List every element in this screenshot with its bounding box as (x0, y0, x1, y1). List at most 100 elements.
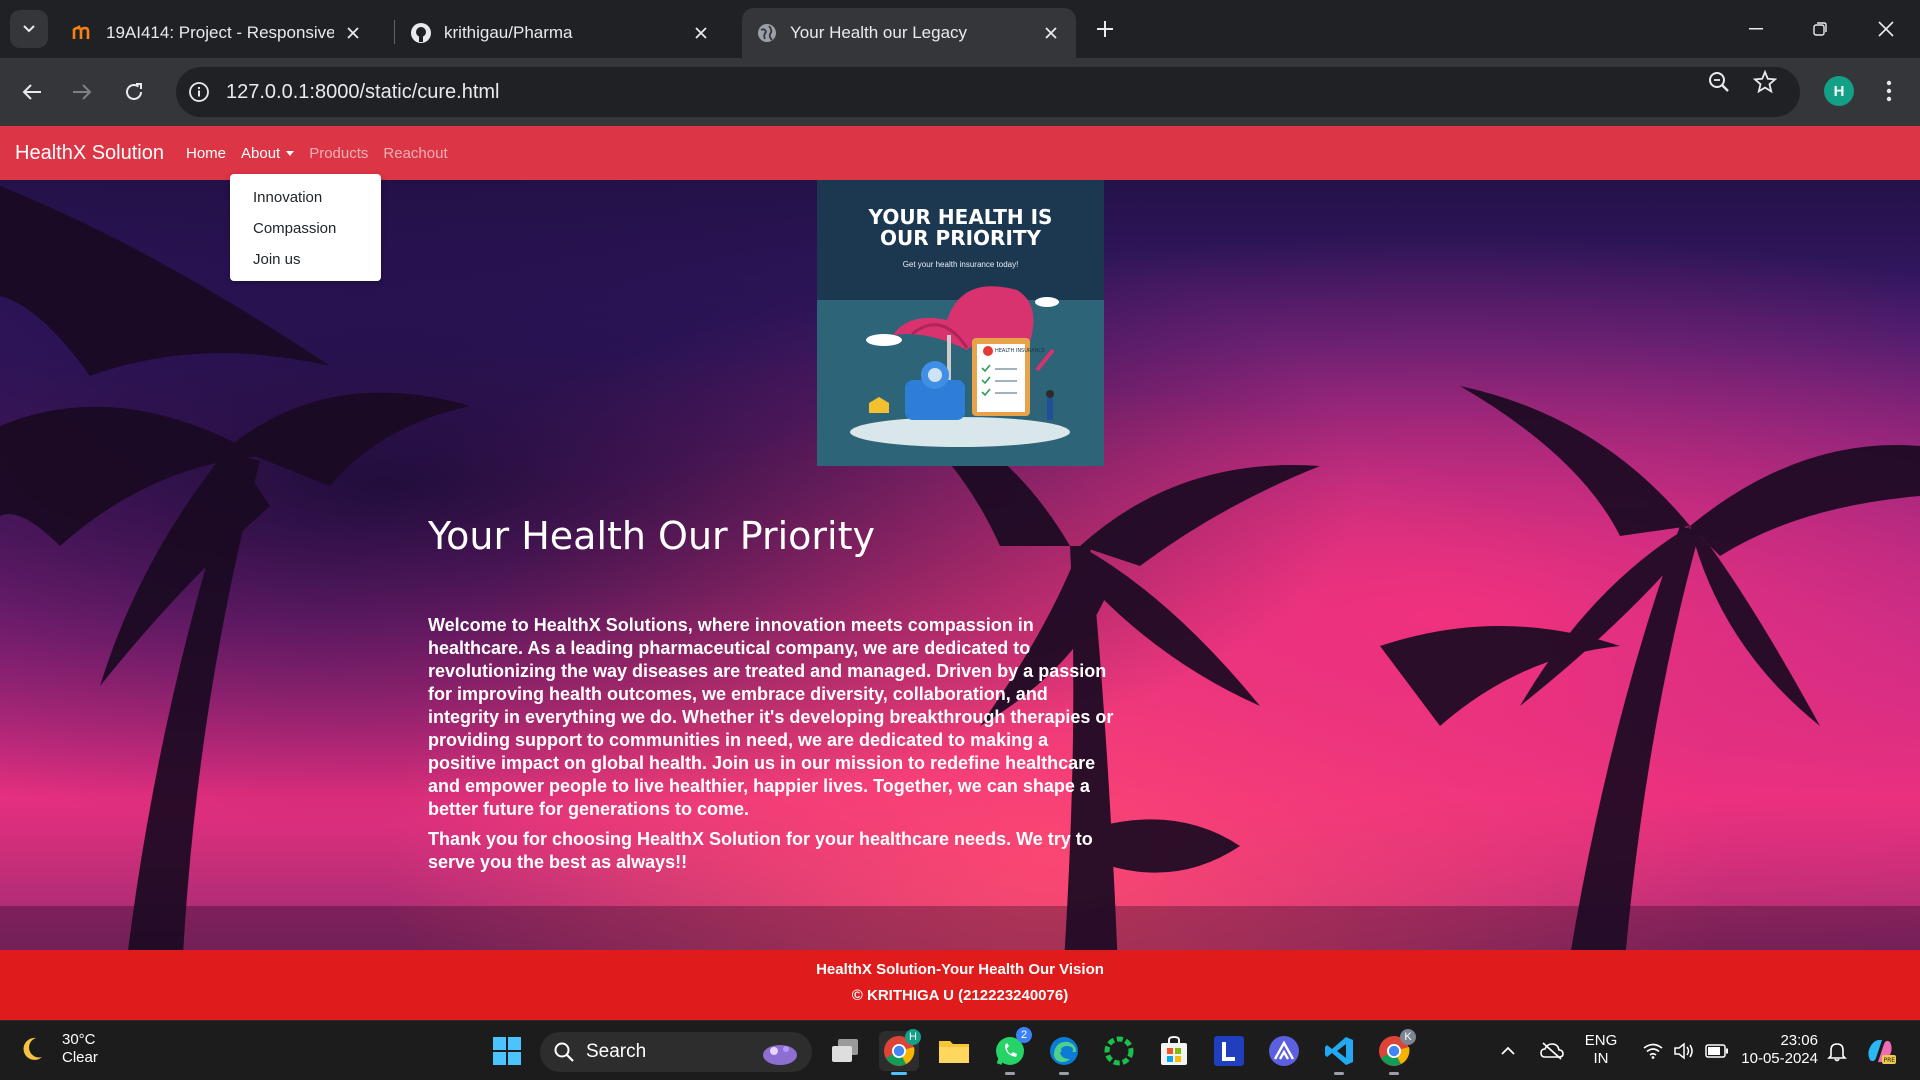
url-text[interactable]: 127.0.0.1:8000/static/cure.html (226, 81, 500, 104)
language-indicator[interactable]: ENG IN (1578, 1032, 1624, 1068)
profile-badge-icon: K (1400, 1029, 1416, 1045)
folder-icon (939, 1041, 969, 1063)
address-bar[interactable]: 127.0.0.1:8000/static/cure.html (176, 67, 1800, 117)
footer-copyright: © KRITHIGA U (212223240076) (851, 987, 1069, 1004)
footer-tagline: HealthX Solution-Your Health Our Vision (816, 961, 1104, 978)
dropdown-item-join-us[interactable]: Join us (230, 244, 381, 275)
back-button[interactable] (14, 74, 50, 110)
zoom-icon (1709, 72, 1729, 92)
wifi-icon (1643, 1043, 1663, 1059)
dropdown-item-innovation[interactable]: Innovation (230, 182, 381, 213)
taskbar-file-explorer[interactable] (934, 1031, 974, 1071)
browser-toolbar: 127.0.0.1:8000/static/cure.html H (0, 58, 1920, 126)
chevron-down-icon (23, 25, 35, 33)
circle-app-icon (1104, 1036, 1134, 1066)
page-viewport: HealthX Solution Home About Products Rea… (0, 126, 1920, 1020)
taskbar-edge[interactable] (1044, 1031, 1084, 1075)
moodle-icon (72, 22, 94, 44)
restore-icon (1813, 22, 1827, 36)
close-icon[interactable] (1040, 22, 1062, 44)
restore-button[interactable] (1800, 10, 1840, 48)
tab-moodle[interactable]: 19AI414: Project - Responsive Web (58, 8, 378, 58)
battery-icon (1705, 1044, 1728, 1058)
close-icon[interactable] (690, 22, 712, 44)
site-info-icon[interactable] (184, 77, 214, 107)
onedrive-tray[interactable] (1535, 1031, 1569, 1071)
running-app-indicator (1005, 1072, 1015, 1075)
taskbar-proton-app[interactable] (1264, 1031, 1304, 1071)
start-button[interactable] (487, 1031, 527, 1071)
taskbar-chrome-k[interactable]: K (1374, 1029, 1416, 1075)
svg-text:PRE: PRE (1884, 1057, 1896, 1064)
tab-search-button[interactable] (10, 10, 48, 48)
running-app-indicator (1389, 1072, 1399, 1075)
intro-paragraph: Welcome to HealthX Solutions, where inno… (428, 615, 1114, 819)
minimize-button[interactable] (1736, 10, 1776, 48)
clock-date: 10-05-2024 (1741, 1050, 1818, 1067)
search-label: Search (586, 1041, 647, 1062)
l-app-icon (1214, 1036, 1244, 1066)
browser-menu-button[interactable] (1874, 76, 1904, 106)
taskbar-store[interactable] (1154, 1031, 1194, 1071)
show-hidden-icons[interactable] (1493, 1031, 1523, 1071)
store-icon (1161, 1035, 1187, 1065)
windows-taskbar: 30°C Clear Search H 2 K ENG IN 23:06 10-… (0, 1020, 1920, 1080)
moon-icon (23, 1037, 42, 1060)
nav-about-label: About (241, 144, 281, 162)
profile-avatar[interactable]: H (1824, 76, 1854, 106)
whatsapp-badge: 2 (1016, 1027, 1032, 1043)
dropdown-item-compassion[interactable]: Compassion (230, 213, 381, 244)
taskbar-vscode[interactable] (1319, 1031, 1359, 1075)
arrow-right-icon (73, 84, 92, 100)
search-icon (554, 1042, 574, 1062)
thanks-paragraph: Thank you for choosing HealthX Solution … (428, 829, 1093, 872)
windows-logo-icon (493, 1037, 521, 1065)
taskbar-green-app[interactable] (1099, 1031, 1139, 1071)
arrow-left-icon (22, 84, 41, 100)
vscode-icon (1325, 1037, 1353, 1065)
nav-about[interactable]: About (241, 144, 295, 162)
close-window-button[interactable] (1866, 10, 1906, 48)
clock-time: 23:06 (1780, 1032, 1818, 1049)
new-tab-button[interactable] (1090, 14, 1120, 44)
bookmark-button[interactable] (1750, 67, 1780, 97)
tab-your-health[interactable]: Your Health our Legacy (742, 8, 1076, 58)
copilot-button[interactable]: PRE (1860, 1031, 1900, 1071)
region-code: IN (1593, 1050, 1609, 1067)
chevron-up-icon (1501, 1046, 1515, 1055)
search-highlight-icon (763, 1045, 797, 1065)
taskbar-search[interactable]: Search (540, 1032, 812, 1072)
weather-widget[interactable]: 30°C Clear (22, 1031, 98, 1067)
close-icon (1878, 21, 1894, 37)
taskbar-l-app[interactable] (1209, 1031, 1249, 1071)
copilot-icon: PRE (1868, 1039, 1896, 1064)
github-icon (410, 22, 432, 44)
bell-icon (1827, 1043, 1847, 1062)
weather-temp: 30°C (62, 1031, 96, 1048)
speaker-icon (1674, 1042, 1693, 1060)
site-footer: HealthX Solution-Your Health Our Vision … (0, 950, 1920, 1020)
forward-button[interactable] (64, 74, 100, 110)
close-icon[interactable] (342, 22, 364, 44)
taskbar-chrome-h[interactable]: H (879, 1029, 921, 1075)
clock[interactable]: 23:06 10-05-2024 (1738, 1032, 1818, 1068)
tab-github[interactable]: krithigau/Pharma (396, 8, 726, 58)
about-dropdown-menu: Innovation Compassion Join us (230, 174, 381, 281)
notifications-button[interactable] (1822, 1031, 1852, 1071)
more-vert-icon (1886, 80, 1892, 102)
nav-home[interactable]: Home (186, 145, 226, 162)
zoom-button[interactable] (1704, 67, 1734, 97)
nav-products[interactable]: Products (309, 145, 368, 162)
reload-button[interactable] (116, 74, 152, 110)
weather-text: 30°C Clear (62, 1031, 98, 1067)
page-heading: Your Health Our Priority (428, 514, 876, 558)
nav-reachout[interactable]: Reachout (383, 145, 447, 162)
clipboard-label: HEALTH INSURANCE (995, 348, 1045, 354)
star-icon (1753, 70, 1777, 94)
quick-settings[interactable] (1634, 1031, 1738, 1071)
task-view-button[interactable] (825, 1031, 865, 1071)
site-brand[interactable]: HealthX Solution (15, 142, 164, 165)
reload-icon (126, 83, 142, 100)
tab-title: 19AI414: Project - Responsive Web (106, 23, 334, 42)
taskbar-whatsapp[interactable]: 2 (990, 1027, 1032, 1075)
